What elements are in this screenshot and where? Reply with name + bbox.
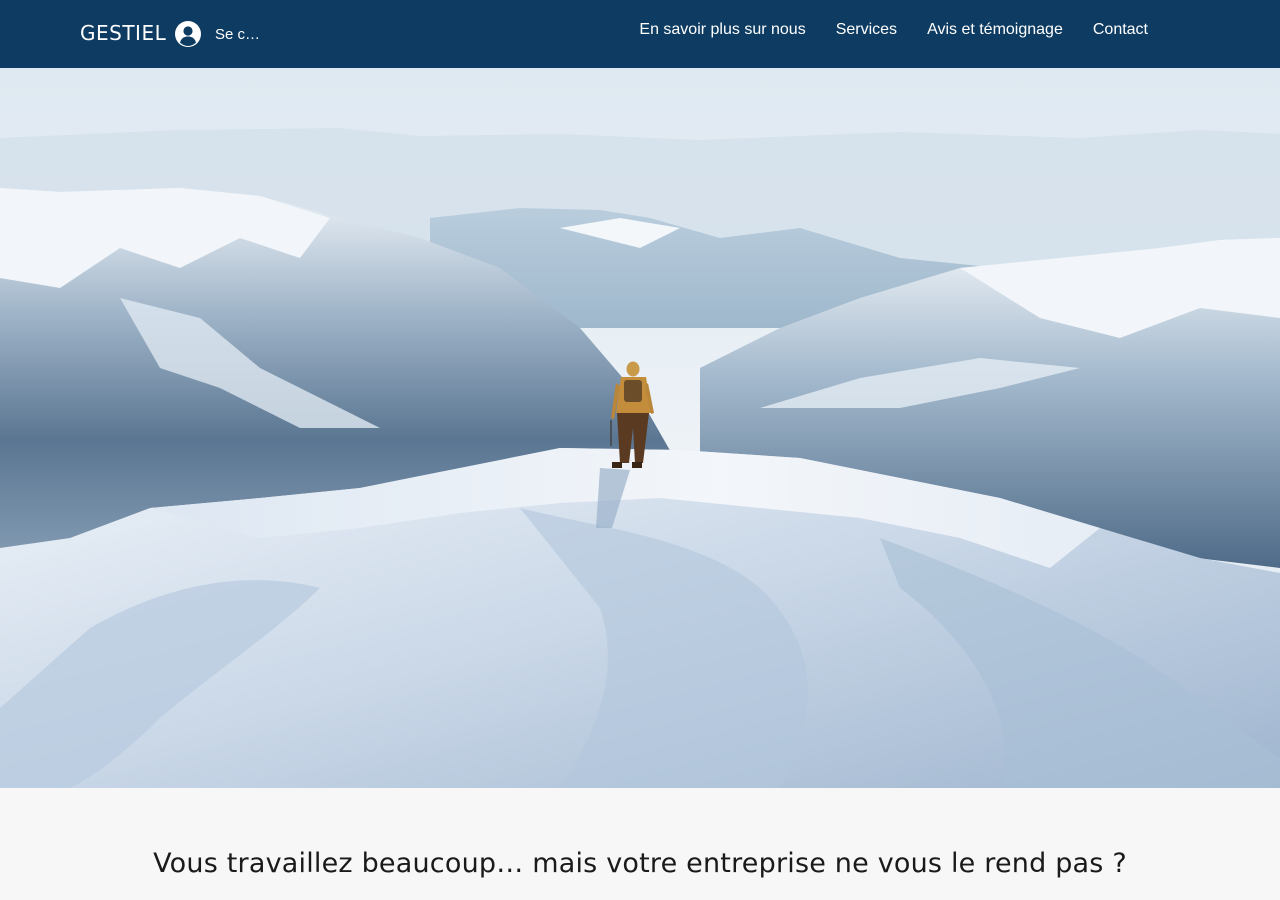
- site-header: GESTIEL Se c… En savoir plus sur nous Se…: [0, 0, 1280, 68]
- hero-banner: [0, 68, 1280, 788]
- nav-item-about[interactable]: En savoir plus sur nous: [639, 19, 805, 41]
- nav-item-reviews[interactable]: Avis et témoignage: [927, 19, 1063, 41]
- hero-tagline: Vous travaillez beaucoup… mais votre ent…: [153, 848, 1127, 879]
- nav-item-services[interactable]: Services: [836, 19, 897, 41]
- user-avatar-icon: [175, 21, 201, 47]
- login-label: Se c…: [215, 25, 261, 43]
- nav-item-contact[interactable]: Contact: [1093, 19, 1148, 41]
- login-button[interactable]: Se c…: [175, 21, 260, 47]
- main-nav: En savoir plus sur nous Services Avis et…: [639, 19, 1148, 41]
- hero-image: [0, 68, 1280, 788]
- site-logo[interactable]: GESTIEL: [80, 21, 166, 45]
